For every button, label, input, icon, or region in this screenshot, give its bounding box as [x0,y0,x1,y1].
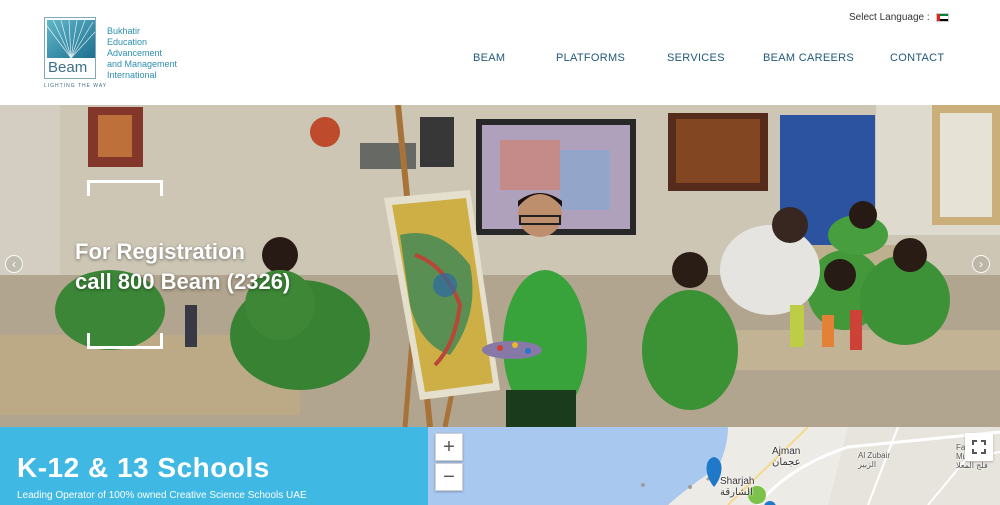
language-label: Select Language : [849,12,930,23]
map-label-sharjah: Sharjah الشارقة [720,476,754,498]
label-ar: الزبير [858,460,877,469]
chevron-right-icon[interactable]: › [972,255,990,273]
schools-map[interactable]: + − Ajman عجمان Al Zubair الزبير Falaj A… [428,427,1000,505]
logo-word: Beam [48,59,88,76]
org-name-line: Advancement [107,48,163,58]
nav-services[interactable]: SERVICES [667,52,725,64]
logo-tagline: LIGHTING THE WAY [44,83,108,89]
uae-flag-icon[interactable] [935,13,949,22]
frame-corner-top [87,180,163,196]
fullscreen-icon [972,440,986,454]
label-ar: عجمان [772,457,801,468]
org-name-line: and Management [107,59,178,69]
logo-mark: Beam [44,17,96,79]
logo-rays-icon [47,20,95,58]
schools-title: K-12 & 13 Schools [17,452,270,483]
zoom-in-button[interactable]: + [435,433,463,461]
map-label-al-zubair: Al Zubair الزبير [858,451,890,469]
org-name-line: Bukhatir [107,26,141,36]
beam-logo[interactable]: Beam LIGHTING THE WAY Bukhatir Education… [44,17,184,91]
label-en: Al Zubair [858,451,891,460]
label-en: Sharjah [720,476,755,487]
map-tiles [641,427,1000,505]
fullscreen-button[interactable] [965,433,993,461]
frame-corner-bottom [87,333,163,349]
nav-platforms[interactable]: PLATFORMS [556,52,625,64]
hero-caption: For Registration call 800 Beam (2326) [75,237,290,297]
label-en: Ajman [772,446,801,457]
nav-beam-careers[interactable]: BEAM CAREERS [763,52,854,64]
nav-contact[interactable]: CONTACT [890,52,944,64]
nav-beam[interactable]: BEAM [473,52,505,64]
map-label-ajman: Ajman عجمان [772,446,801,468]
chevron-left-icon[interactable]: ‹ [5,255,23,273]
org-name-line: Education [107,37,148,47]
label-ar: الشارقة [720,487,753,498]
org-name: Bukhatir Education Advancement and Manag… [107,26,197,81]
language-selector[interactable]: Select Language : [849,12,949,23]
org-name-line: International [107,70,157,80]
site-header: Beam LIGHTING THE WAY Bukhatir Education… [0,0,1000,105]
schools-subtitle: Leading Operator of 100% owned Creative … [17,490,307,501]
schools-panel: K-12 & 13 Schools Leading Operator of 10… [0,427,428,505]
hero-line-1: For Registration [75,239,245,264]
hero-line-2: call 800 Beam (2326) [75,269,291,294]
hero-slider: For Registration call 800 Beam (2326) ‹ … [0,105,1000,427]
zoom-out-button[interactable]: − [435,463,463,491]
label-ar: فلج المعلا [956,461,988,470]
